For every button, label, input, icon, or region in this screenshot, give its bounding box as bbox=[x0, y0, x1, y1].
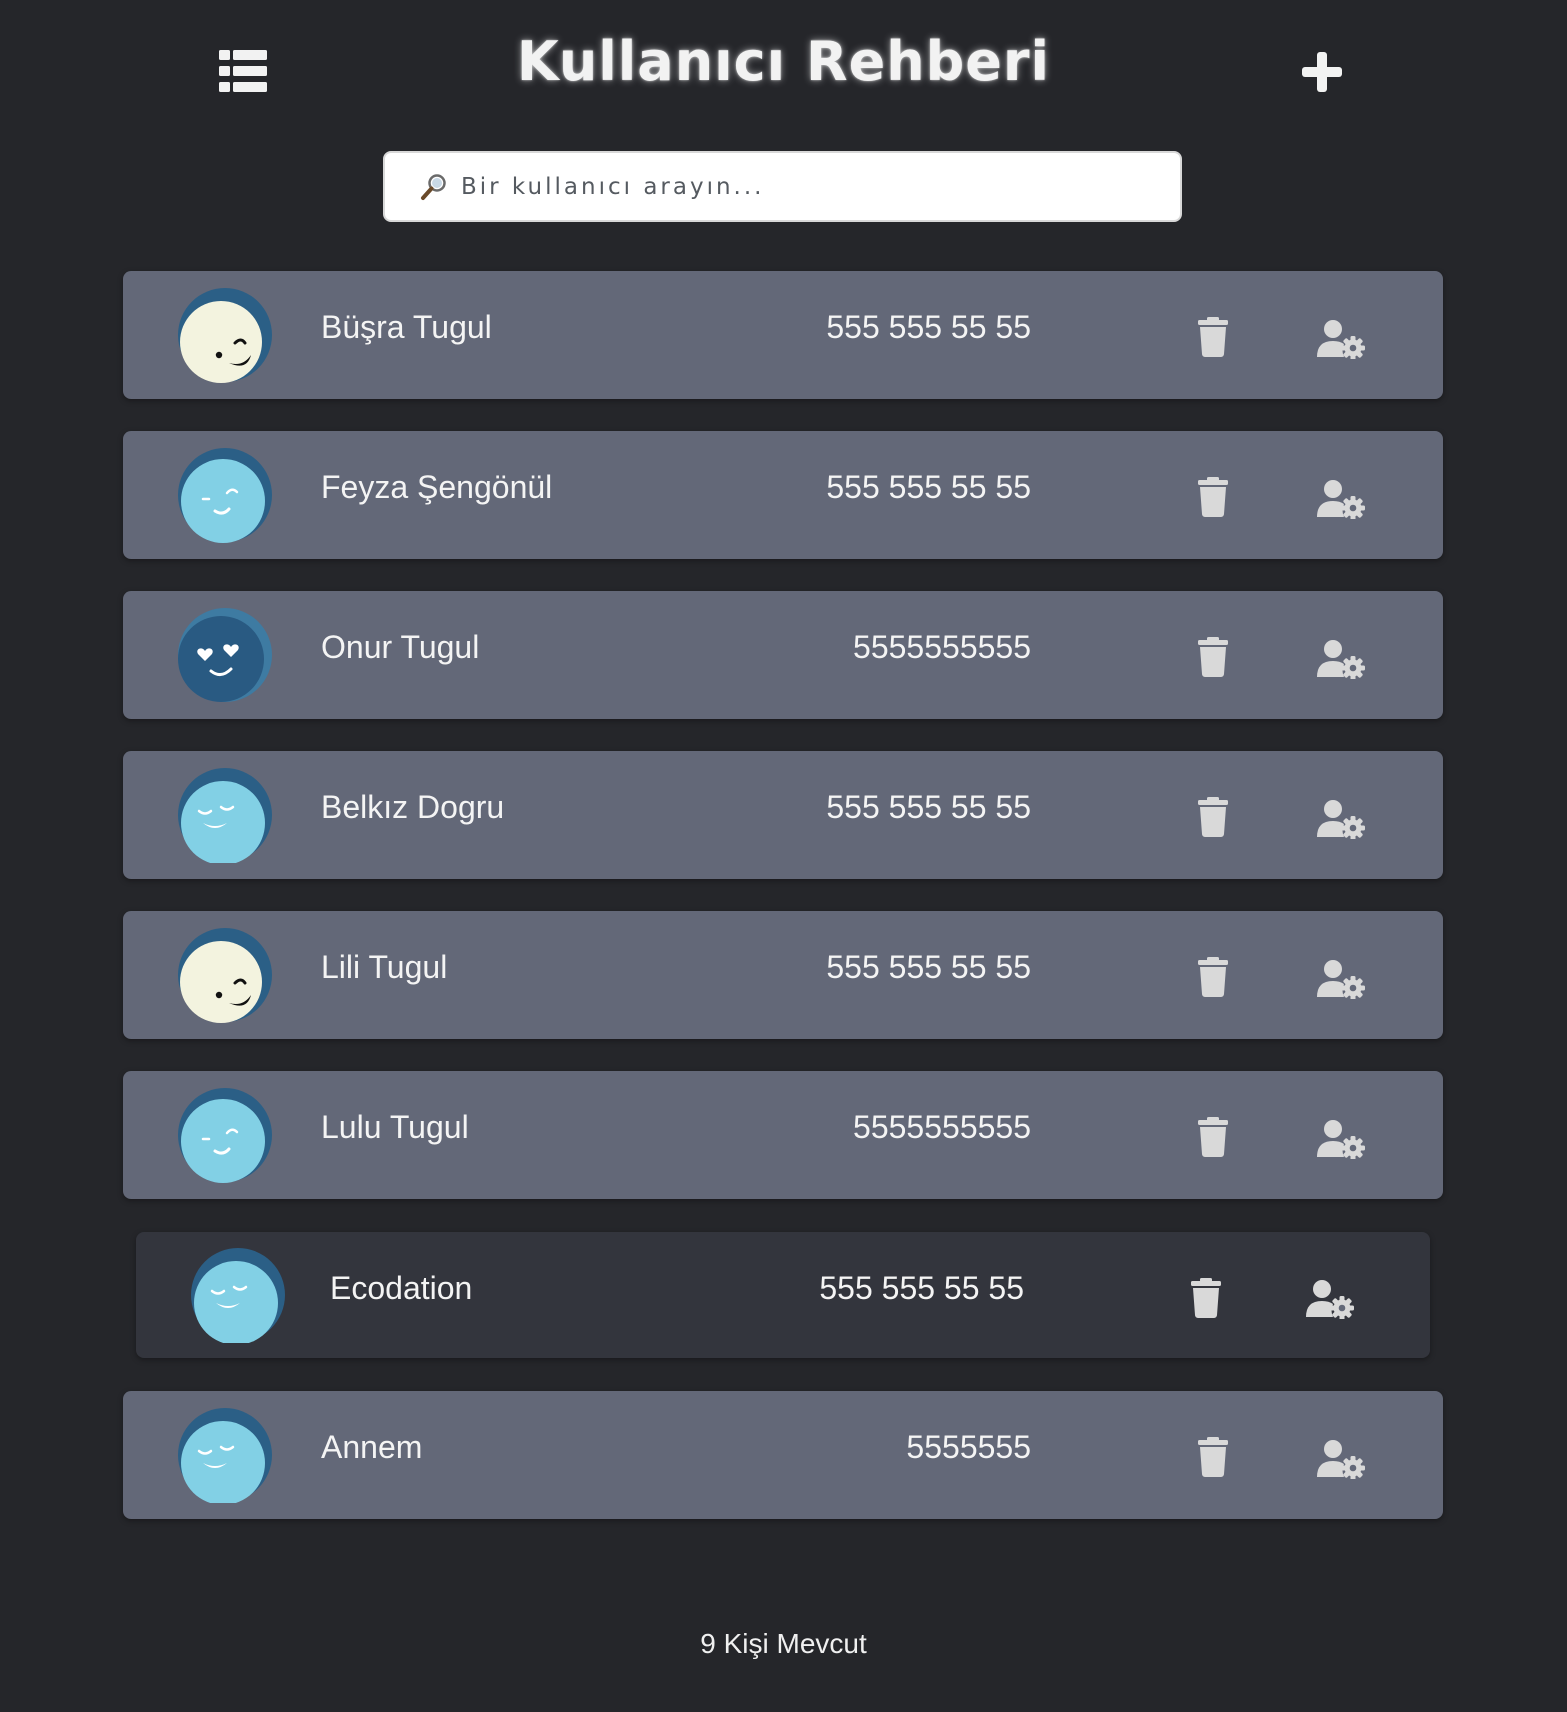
contact-name: Lili Tugul bbox=[321, 949, 448, 985]
user-cog-icon[interactable] bbox=[1317, 1439, 1365, 1480]
contact-card[interactable]: Onur Tugul 5555555555 bbox=[123, 591, 1443, 719]
contact-list[interactable]: Büşra Tugul 555 555 55 55 Feyza Şengönül 5… bbox=[0, 260, 1567, 1595]
avatar bbox=[177, 1087, 273, 1183]
contact-name: Onur Tugul bbox=[321, 629, 480, 665]
avatar bbox=[190, 1247, 286, 1345]
trash-icon[interactable] bbox=[1198, 637, 1228, 677]
magnifier-icon bbox=[421, 173, 446, 200]
trash-icon[interactable] bbox=[1198, 1117, 1228, 1157]
contact-phone: 555 555 55 55 bbox=[819, 1270, 1024, 1306]
contact-phone: 5555555 bbox=[906, 1429, 1031, 1465]
contact-name: Lulu Tugul bbox=[321, 1109, 469, 1145]
search-bar bbox=[383, 151, 1182, 222]
contact-phone: 5555555555 bbox=[853, 1109, 1031, 1145]
trash-icon[interactable] bbox=[1198, 797, 1228, 837]
contact-card[interactable]: Ecodation 555 555 55 55 bbox=[136, 1232, 1430, 1358]
contact-phone: 555 555 55 55 bbox=[826, 949, 1031, 985]
contact-card[interactable]: Annem 5555555 bbox=[123, 1391, 1443, 1519]
contact-phone: 555 555 55 55 bbox=[826, 469, 1031, 505]
contact-card[interactable]: Lulu Tugul 5555555555 bbox=[123, 1071, 1443, 1199]
user-cog-icon[interactable] bbox=[1317, 319, 1365, 360]
avatar bbox=[177, 767, 273, 865]
user-cog-icon[interactable] bbox=[1317, 799, 1365, 840]
contact-phone: 555 555 55 55 bbox=[826, 309, 1031, 345]
contact-name: Ecodation bbox=[330, 1270, 473, 1306]
contact-name: Büşra Tugul bbox=[321, 309, 492, 345]
user-cog-icon[interactable] bbox=[1317, 959, 1365, 1000]
contact-name: Belkız Dogru bbox=[321, 789, 505, 825]
contact-card[interactable]: Lili Tugul 555 555 55 55 bbox=[123, 911, 1443, 1039]
contact-phone: 555 555 55 55 bbox=[826, 789, 1031, 825]
contact-name: Annem bbox=[321, 1429, 423, 1465]
contact-name: Feyza Şengönül bbox=[321, 469, 553, 505]
plus-icon[interactable] bbox=[1300, 50, 1344, 94]
user-cog-icon[interactable] bbox=[1317, 479, 1365, 520]
trash-icon[interactable] bbox=[1198, 1437, 1228, 1477]
contact-count: 9 Kişi Mevcut bbox=[700, 1628, 867, 1659]
avatar bbox=[177, 1407, 273, 1505]
contact-card[interactable]: Belkız Dogru 555 555 55 55 bbox=[123, 751, 1443, 879]
search-input[interactable] bbox=[459, 172, 1143, 201]
app-header: Kullanıcı Rehberi bbox=[0, 0, 1567, 130]
trash-icon[interactable] bbox=[1198, 957, 1228, 997]
trash-icon[interactable] bbox=[1198, 317, 1228, 357]
trash-icon[interactable] bbox=[1191, 1278, 1221, 1318]
contact-card[interactable]: Feyza Şengönül 555 555 55 55 bbox=[123, 431, 1443, 559]
user-cog-icon[interactable] bbox=[1317, 1119, 1365, 1160]
avatar bbox=[177, 607, 273, 703]
avatar bbox=[177, 927, 273, 1023]
user-cog-icon[interactable] bbox=[1306, 1279, 1354, 1320]
user-cog-icon[interactable] bbox=[1317, 639, 1365, 680]
avatar bbox=[177, 287, 273, 383]
contact-phone: 5555555555 bbox=[853, 629, 1031, 665]
trash-icon[interactable] bbox=[1198, 477, 1228, 517]
contact-card[interactable]: Büşra Tugul 555 555 55 55 bbox=[123, 271, 1443, 399]
avatar bbox=[177, 447, 273, 543]
